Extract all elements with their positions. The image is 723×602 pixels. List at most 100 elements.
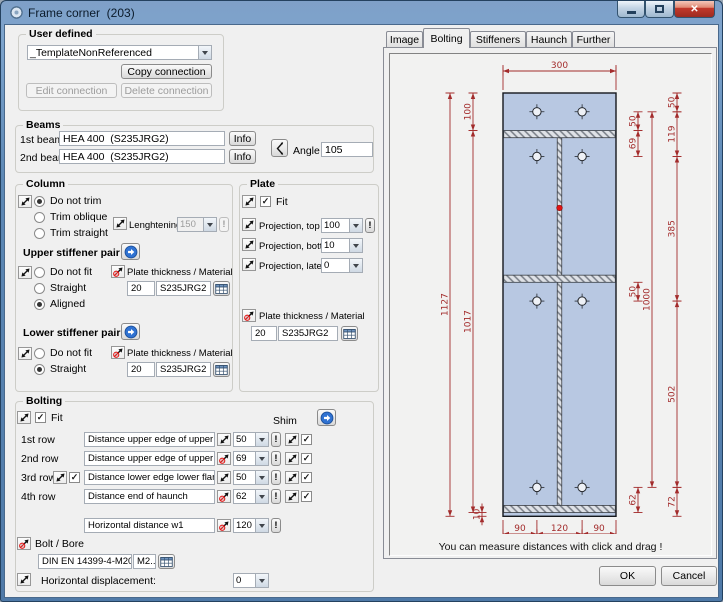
upper-thickness-field[interactable]: 20 [127,281,155,296]
projection-bottom-apply-icon-button[interactable] [242,238,256,251]
bolting-row3-apply-icon-button[interactable] [53,471,67,484]
bolting-row-checkbox[interactable] [301,472,312,483]
radio-trim-oblique[interactable]: Trim oblique [34,211,107,223]
projection-bottom-combo[interactable]: 10 [321,238,363,253]
w1-desc-field[interactable]: Horizontal distance w1 [84,518,215,533]
bolting-row-value-combo[interactable]: 62 [233,489,269,504]
radio-trim-straight[interactable]: Trim straight [34,227,108,239]
upper-material-field[interactable]: S235JRG2 [156,281,211,296]
bolting-row-apply2-icon-button[interactable] [285,452,299,465]
bolting-row-apply2-icon-button[interactable] [285,490,299,503]
edit-connection-button[interactable]: Edit connection [26,83,117,98]
second-beam-field[interactable]: HEA 400 (S235JRG2) [59,149,225,164]
dropdown-arrow-icon[interactable] [255,452,268,465]
dropdown-arrow-icon[interactable] [255,490,268,503]
bolting-row-apply-icon-button[interactable] [217,490,231,503]
connection-drawing[interactable]: 1127100101710506950621000501193855027230… [390,54,711,534]
bolting-row-value-combo[interactable]: 50 [233,432,269,447]
first-beam-field[interactable]: HEA 400 (S235JRG2) [59,131,225,146]
bolting-fit-apply-icon-button[interactable] [17,411,31,424]
angle-field[interactable]: 105 [321,142,373,157]
lower-material-field[interactable]: S235JRG2 [156,362,211,377]
lengthening-apply-icon-button[interactable] [113,217,127,230]
radio-do-not-trim[interactable]: Do not trim [34,195,101,207]
copy-connection-button[interactable]: Copy connection [121,64,212,79]
w1-value-combo[interactable]: 120 [233,518,269,533]
dropdown-arrow-icon[interactable] [349,259,362,272]
tab-haunch[interactable]: Haunch [526,31,572,48]
bolting-row-desc[interactable]: Distance end of haunch [84,489,215,504]
hdisp-combo[interactable]: 0 [233,573,269,588]
bolting-row-value-combo[interactable]: 50 [233,470,269,485]
bolting-row-apply2-icon-button[interactable] [285,433,299,446]
dropdown-arrow-icon[interactable] [349,219,362,232]
bolting-row-checkbox[interactable] [301,434,312,445]
bolting-row-desc[interactable]: Distance lower edge lower flange [84,470,215,485]
bolt-bore-apply-icon-button[interactable] [17,537,31,550]
delete-connection-button[interactable]: Delete connection [121,83,212,98]
shim-next-button[interactable] [317,409,336,426]
second-beam-info-button[interactable]: Info [229,149,256,164]
tab-stiffeners[interactable]: Stiffeners [470,31,526,48]
plate-fit-checkbox[interactable] [260,196,271,207]
template-combo[interactable]: _TemplateNonReferenced [27,45,212,60]
dropdown-arrow-icon[interactable] [198,46,211,59]
w1-apply-icon-button[interactable] [217,519,231,532]
dropdown-arrow-icon[interactable] [349,239,362,252]
radio-upper-do-not-fit[interactable]: Do not fit [34,266,92,278]
trim-apply-icon-button[interactable] [18,195,32,208]
lower-material-table-button[interactable] [213,362,230,377]
bolting-row-desc[interactable]: Distance upper edge of upper flange [84,432,215,447]
radio-lower-do-not-fit[interactable]: Do not fit [34,347,92,359]
close-button[interactable]: ✕ [674,1,715,18]
projection-top-combo[interactable]: 100 [321,218,363,233]
plate-thickness-apply-icon-button[interactable] [242,309,256,322]
radio-upper-aligned[interactable]: Aligned [34,298,85,310]
maximize-button[interactable] [645,1,674,18]
first-beam-info-button[interactable]: Info [229,131,256,146]
bolt-bore-table-button[interactable] [158,554,175,569]
dropdown-arrow-icon[interactable] [255,471,268,484]
bolting-row3-enable-checkbox[interactable] [69,472,80,483]
projection-top-exclamation-button[interactable]: ! [365,218,375,233]
bolt-bore-field[interactable]: DIN EN 14399-4-M20-10... [38,554,132,569]
dropdown-arrow-icon[interactable] [203,218,216,231]
bolting-row-apply-icon-button[interactable] [217,433,231,446]
upper-material-table-button[interactable] [213,281,230,296]
lower-thickness-apply-icon-button[interactable] [111,346,125,359]
bolting-row-apply-icon-button[interactable] [217,471,231,484]
projection-lateral-combo[interactable]: 0 [321,258,363,273]
bolting-row-exclamation-button[interactable]: ! [271,432,281,447]
dropdown-arrow-icon[interactable] [255,574,268,587]
titlebar[interactable]: Frame corner (203) ✕ [1,1,722,24]
projection-lateral-apply-icon-button[interactable] [242,258,256,271]
bolting-row-value-combo[interactable]: 69 [233,451,269,466]
plate-fit-apply-icon-button[interactable] [242,195,256,208]
lengthening-combo[interactable]: 150 [177,217,217,232]
bolting-row-exclamation-button[interactable]: ! [271,489,281,504]
angle-button[interactable] [271,139,288,157]
bolting-row-apply-icon-button[interactable] [217,452,231,465]
lengthening-exclamation-button[interactable]: ! [219,217,229,232]
radio-lower-straight[interactable]: Straight [34,363,86,375]
radio-upper-straight[interactable]: Straight [34,282,86,294]
bolting-row-apply2-icon-button[interactable] [285,471,299,484]
lower-stiffener-next-button[interactable] [121,323,140,340]
bolt-bore-field2[interactable]: M2... [133,554,156,569]
upper-thickness-apply-icon-button[interactable] [111,265,125,278]
bolting-row-exclamation-button[interactable]: ! [271,470,281,485]
tab-image[interactable]: Image [386,31,423,48]
ok-button[interactable]: OK [599,566,656,586]
cancel-button[interactable]: Cancel [661,566,717,586]
minimize-button[interactable] [617,1,645,18]
bolting-row-checkbox[interactable] [301,491,312,502]
bolting-row-exclamation-button[interactable]: ! [271,451,281,466]
dropdown-arrow-icon[interactable] [255,519,268,532]
tab-bolting[interactable]: Bolting [423,28,470,48]
plate-material-field[interactable]: S235JRG2 [278,326,338,341]
plate-material-table-button[interactable] [341,326,358,341]
bolting-row-desc[interactable]: Distance upper edge of upper flange [84,451,215,466]
upper-stiffener-next-button[interactable] [121,243,140,260]
lower-stiffener-apply-icon-button[interactable] [18,347,32,360]
bolting-fit-checkbox[interactable] [35,412,46,423]
